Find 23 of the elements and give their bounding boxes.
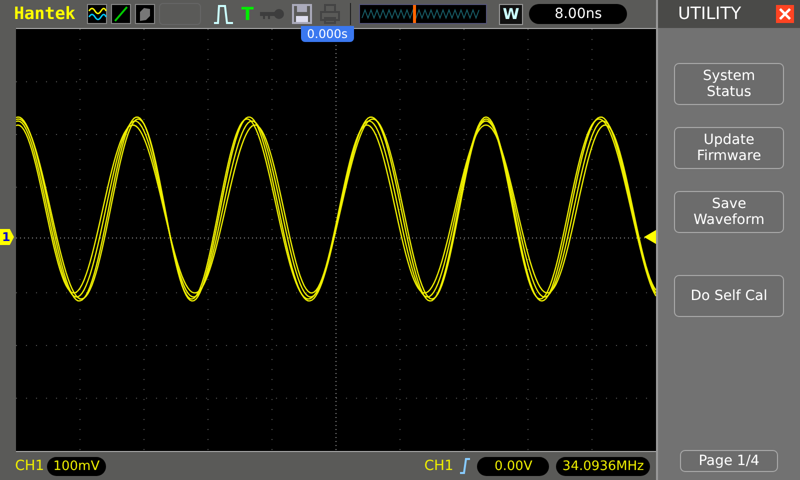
window-mode-button[interactable]: W (498, 4, 524, 24)
close-icon[interactable] (776, 5, 794, 23)
trigger-status: T (241, 4, 254, 24)
waveform-overview[interactable] (358, 4, 487, 24)
rising-edge-icon[interactable] (459, 458, 472, 474)
menu-title: UTILITY (678, 4, 742, 24)
trigger-position-marker[interactable]: 0.000s (301, 26, 354, 42)
trigger-level: 0.00V (477, 456, 550, 476)
frequency-readout: 34.0936MHz (556, 456, 650, 476)
timebase-readout: 8.00ns (529, 4, 628, 24)
trigger-source: CH1 (424, 458, 454, 474)
dual-wave-icon[interactable] (87, 4, 108, 24)
menu-button[interactable]: System Status (674, 63, 784, 105)
channel-label: CH1 (15, 458, 44, 474)
page-button[interactable]: Page 1/4 (680, 450, 778, 472)
menu-button[interactable]: Update Firmware (674, 127, 784, 169)
menu-button[interactable]: Do Self Cal (674, 275, 784, 317)
menu-button[interactable]: Save Waveform (674, 191, 784, 233)
channel-marker[interactable]: 1 (0, 229, 14, 245)
channel-scale: 100mV (47, 456, 106, 476)
pulse-icon[interactable] (213, 3, 236, 25)
brand-logo: Hantek (14, 4, 76, 24)
persistence-icon[interactable] (135, 4, 156, 24)
